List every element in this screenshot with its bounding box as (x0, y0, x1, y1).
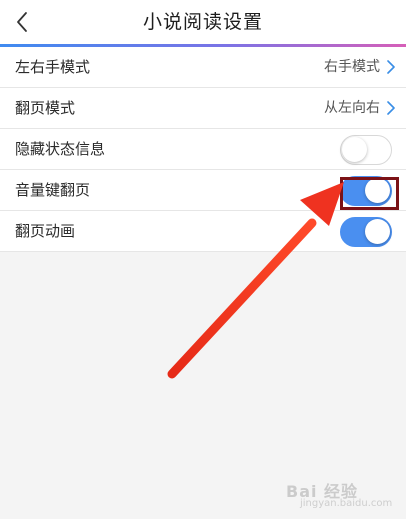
toggle-knob (365, 219, 390, 244)
setting-label: 左右手模式 (15, 58, 91, 76)
page-animation-toggle[interactable] (340, 217, 392, 247)
setting-row-hide-status: 隐藏状态信息 (0, 129, 406, 170)
setting-label: 隐藏状态信息 (15, 140, 106, 158)
highlight-box (340, 177, 399, 210)
page-title: 小说阅读设置 (142, 11, 263, 33)
settings-list: 左右手模式 右手模式 翻页模式 从左向右 隐藏状态信息 音量键翻页 翻页动画 (0, 47, 406, 252)
setting-row-hand-mode[interactable]: 左右手模式 右手模式 (0, 47, 406, 88)
setting-label: 翻页模式 (15, 99, 76, 117)
chevron-right-icon (387, 101, 395, 115)
toggle-knob (342, 137, 367, 162)
setting-row-page-animation: 翻页动画 (0, 211, 406, 252)
chevron-right-icon (387, 60, 395, 74)
setting-row-page-turn-mode[interactable]: 翻页模式 从左向右 (0, 88, 406, 129)
setting-value: 从左向右 (324, 100, 380, 116)
top-bar: 小说阅读设置 (0, 0, 406, 44)
setting-label: 翻页动画 (15, 222, 76, 240)
watermark-url: jingyan.baidu.com (300, 498, 393, 509)
hide-status-toggle[interactable] (340, 135, 392, 165)
setting-value: 右手模式 (324, 59, 380, 75)
setting-label: 音量键翻页 (15, 181, 91, 199)
